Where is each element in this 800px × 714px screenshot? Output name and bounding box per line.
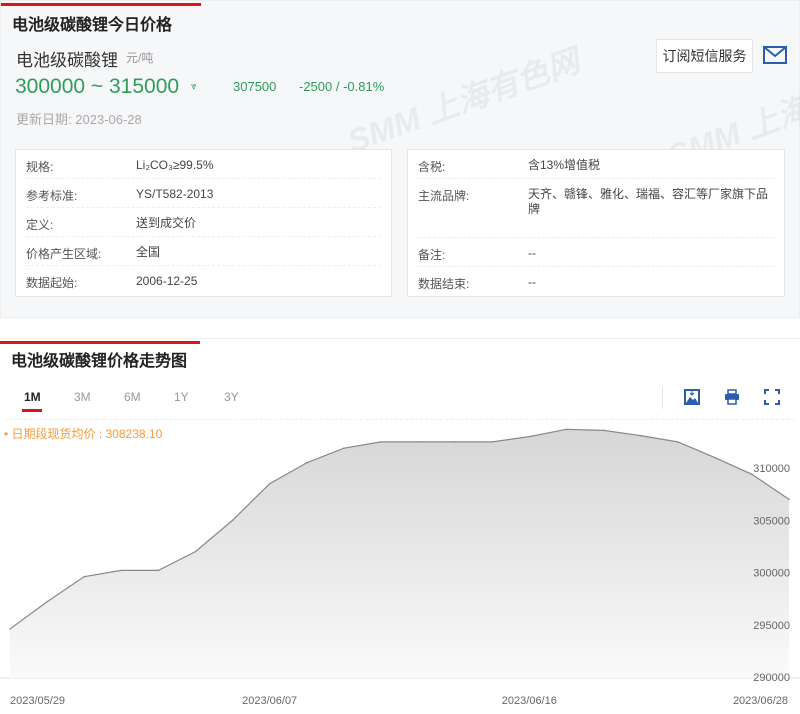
x-tick-label: 2023/06/07: [242, 695, 297, 707]
data-point[interactable]: [231, 519, 234, 522]
spec-row: 主流品牌: 天齐、赣锋、雅化、瑞福、容汇等厂家旗下品牌: [418, 179, 774, 238]
spec-key: 数据起始:: [26, 276, 78, 290]
spec-value: 天齐、赣锋、雅化、瑞福、容汇等厂家旗下品牌: [528, 187, 769, 216]
data-point[interactable]: [305, 461, 308, 464]
data-point[interactable]: [9, 628, 11, 630]
data-point[interactable]: [268, 482, 271, 485]
area-fill: [10, 429, 789, 678]
spec-key: 参考标准:: [26, 189, 78, 203]
data-point[interactable]: [417, 441, 419, 443]
spec-row: 参考标准: YS/T582-2013: [26, 179, 381, 208]
spec-row: 含税: 含13%增值税: [418, 150, 774, 179]
data-point[interactable]: [714, 456, 716, 459]
data-point[interactable]: [380, 441, 382, 443]
average-price: 307500: [233, 79, 277, 94]
update-date: 更新日期: 2023-06-28: [16, 109, 142, 128]
spec-value: 送到成交价: [136, 216, 197, 230]
update-label: 更新日期:: [16, 112, 72, 127]
spec-row: 备注: --: [418, 238, 774, 267]
data-point[interactable]: [602, 429, 605, 432]
spec-value: YS/T582-2013: [136, 187, 214, 201]
spec-key: 定义:: [26, 218, 54, 232]
y-tick-label: 290000: [753, 672, 790, 684]
spec-value: --: [528, 275, 536, 289]
data-point[interactable]: [788, 498, 790, 501]
data-point[interactable]: [157, 569, 160, 572]
data-point[interactable]: [46, 600, 48, 603]
spec-key: 备注:: [418, 248, 446, 262]
data-point[interactable]: [120, 569, 123, 572]
y-tick-label: 310000: [753, 463, 790, 475]
price-range: 300000 ~ 315000: [15, 75, 180, 98]
watermark: SMM 上海有色网: [342, 42, 585, 160]
x-tick-label: 2023/06/16: [502, 695, 557, 707]
y-tick-label: 295000: [753, 620, 790, 632]
spec-key: 数据结束:: [418, 277, 470, 291]
spec-row: 定义: 送到成交价: [26, 208, 381, 237]
spec-row: 价格产生区域: 全国: [26, 237, 381, 266]
spec-key: 规格:: [26, 160, 54, 174]
y-tick-label: 305000: [753, 515, 790, 527]
data-point[interactable]: [83, 575, 85, 578]
spec-value: 含13%增值税: [528, 158, 601, 172]
spec-key: 主流品牌:: [418, 189, 470, 203]
data-point[interactable]: [528, 435, 531, 438]
x-tick-label: 2023/05/29: [10, 695, 65, 707]
data-point[interactable]: [565, 428, 568, 431]
panel-title: 电池级碳酸锂今日价格: [12, 17, 173, 34]
spec-row: 数据结束: --: [418, 267, 774, 296]
spec-value: 2006-12-25: [136, 274, 198, 288]
data-point[interactable]: [194, 550, 197, 553]
subscribe-sms-button[interactable]: 订阅短信服务: [656, 39, 753, 73]
spec-value: Li₂CO₃≥99.5%: [136, 158, 214, 172]
spec-value: 全国: [136, 245, 161, 259]
spec-key: 含税:: [418, 160, 446, 174]
spec-key: 价格产生区域:: [26, 247, 102, 261]
mail-icon[interactable]: [763, 46, 787, 64]
down-arrow-icon: ⩔: [191, 81, 197, 92]
spec-table-left: 规格: Li₂CO₃≥99.5% 参考标准: YS/T582-2013 定义: 送到成交价…: [15, 149, 392, 297]
price-change: -2500 / -0.81%: [299, 79, 385, 94]
price-unit: 元/吨: [126, 51, 154, 65]
spec-table-right: 含税: 含13%增值税主流品牌: 天齐、赣锋、雅化、瑞福、容汇等厂家旗下品牌备注: -…: [407, 149, 785, 297]
data-point[interactable]: [491, 441, 494, 443]
spec-value: --: [528, 246, 536, 260]
title-accent: [1, 3, 201, 6]
today-price-panel: SMM 上海有色网 SMM 上海有色网 电池级碳酸锂今日价格 电池级碳酸锂 元/…: [0, 0, 800, 318]
data-point[interactable]: [454, 441, 456, 443]
x-tick-label: 2023/06/28: [733, 695, 788, 707]
spec-row: 规格: Li₂CO₃≥99.5%: [26, 150, 381, 179]
data-point[interactable]: [343, 447, 345, 449]
spec-row: 数据起始: 2006-12-25: [26, 266, 381, 295]
price-chart: 290000 295000 300000 305000 310000 2023/05/29…: [0, 428, 800, 707]
data-point[interactable]: [639, 434, 642, 437]
y-tick-label: 300000: [753, 568, 790, 580]
data-point[interactable]: [676, 441, 679, 443]
update-value: 2023-06-28: [75, 112, 142, 127]
product-name: 电池级碳酸锂: [16, 51, 118, 70]
